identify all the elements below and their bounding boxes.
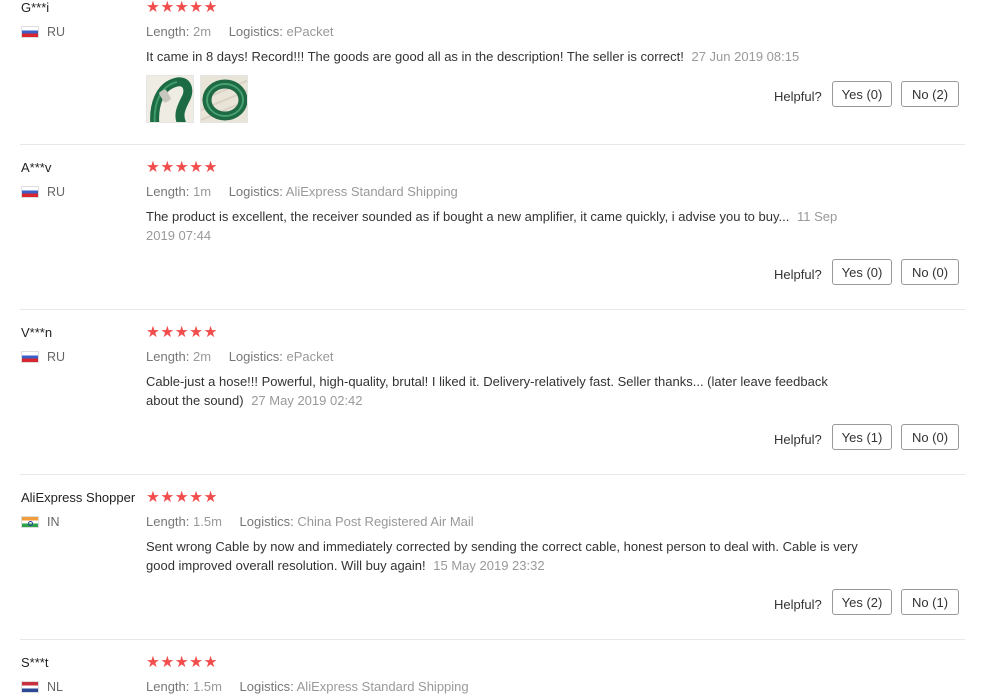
length-label: Length:: [146, 184, 190, 199]
product-attributes: Length: 1m Logistics: AliExpress Standar…: [146, 184, 458, 199]
length-value: 2m: [193, 349, 212, 364]
review-photo-thumbnail[interactable]: [200, 75, 248, 123]
review-text: Sent wrong Cable by now and immediately …: [146, 537, 861, 575]
buyer-country: RU: [21, 25, 65, 39]
product-attributes: Length: 2m Logistics: ePacket: [146, 349, 334, 364]
logistics-value: ePacket: [286, 24, 334, 39]
review-item: V***n RU ★★★★★ Length: 2m Logistics: ePa…: [0, 325, 989, 475]
review-body: Cable-just a hose!!! Powerful, high-qual…: [146, 374, 828, 408]
logistics-value: ePacket: [286, 349, 334, 364]
buyer-name: AliExpress Shopper: [21, 490, 136, 505]
buyer-name: S***t: [21, 655, 49, 670]
product-attributes: Length: 2m Logistics: ePacket: [146, 24, 334, 39]
helpful-label: Helpful?: [774, 597, 822, 612]
logistics-value: AliExpress Standard Shipping: [285, 184, 458, 199]
buyer-country: RU: [21, 185, 65, 199]
length-value: 1.5m: [193, 679, 222, 694]
divider: [20, 639, 965, 640]
review-text: It came in 8 days! Record!!! The goods a…: [146, 47, 861, 66]
helpful-label: Helpful?: [774, 267, 822, 282]
logistics-label: Logistics:: [228, 349, 283, 364]
logistics-label: Logistics:: [239, 679, 294, 694]
country-code: IN: [47, 515, 60, 529]
cable-photo-icon: [147, 76, 193, 122]
star-rating: ★★★★★: [146, 0, 218, 16]
helpful-no-button[interactable]: No (2): [901, 81, 959, 107]
product-attributes: Length: 1.5m Logistics: AliExpress Stand…: [146, 679, 469, 694]
logistics-label: Logistics:: [239, 514, 294, 529]
review-date: 27 Jun 2019 08:15: [691, 49, 800, 64]
length-label: Length:: [146, 24, 190, 39]
star-rating: ★★★★★: [146, 159, 218, 176]
star-rating: ★★★★★: [146, 654, 218, 671]
review-body: It came in 8 days! Record!!! The goods a…: [146, 49, 684, 64]
review-photo-thumbnail[interactable]: [146, 75, 194, 123]
helpful-no-button[interactable]: No (1): [901, 589, 959, 615]
helpful-label: Helpful?: [774, 89, 822, 104]
country-code: RU: [47, 185, 66, 199]
netherlands-flag-icon: [21, 681, 39, 693]
length-value: 1m: [193, 184, 212, 199]
buyer-country: RU: [21, 350, 65, 364]
length-value: 1.5m: [193, 514, 222, 529]
logistics-label: Logistics:: [228, 24, 283, 39]
star-rating: ★★★★★: [146, 324, 218, 341]
divider: [20, 474, 965, 475]
divider: [20, 309, 965, 310]
buyer-country: IN: [21, 515, 60, 529]
cable-photo-icon: [201, 76, 247, 122]
length-label: Length:: [146, 349, 190, 364]
helpful-no-button[interactable]: No (0): [901, 424, 959, 450]
russia-flag-icon: [21, 351, 39, 363]
review-item: A***v RU ★★★★★ Length: 1m Logistics: Ali…: [0, 160, 989, 310]
star-rating: ★★★★★: [146, 489, 218, 506]
review-item: S***t NL ★★★★★ Length: 1.5m Logistics: A…: [0, 655, 989, 695]
logistics-value: China Post Registered Air Mail: [297, 514, 474, 529]
country-code: NL: [47, 680, 63, 694]
review-date: 15 May 2019 23:32: [433, 558, 545, 573]
length-label: Length:: [146, 514, 190, 529]
review-date: 27 May 2019 02:42: [251, 393, 363, 408]
helpful-label: Helpful?: [774, 432, 822, 447]
review-photos: [146, 75, 248, 123]
length-value: 2m: [193, 24, 212, 39]
india-flag-icon: [21, 516, 39, 528]
buyer-name: A***v: [21, 160, 52, 175]
review-item: G***i RU ★★★★★ Length: 2m Logistics: ePa…: [0, 0, 989, 145]
divider: [20, 144, 965, 145]
buyer-name: G***i: [21, 0, 50, 15]
helpful-yes-button[interactable]: Yes (0): [832, 81, 892, 107]
helpful-yes-button[interactable]: Yes (0): [832, 259, 892, 285]
buyer-name: V***n: [21, 325, 53, 340]
logistics-label: Logistics:: [228, 184, 283, 199]
review-item: AliExpress Shopper IN ★★★★★ Length: 1.5m…: [0, 490, 989, 640]
russia-flag-icon: [21, 186, 39, 198]
review-text: Cable-just a hose!!! Powerful, high-qual…: [146, 372, 861, 410]
country-code: RU: [47, 350, 66, 364]
russia-flag-icon: [21, 26, 39, 38]
logistics-value: AliExpress Standard Shipping: [296, 679, 469, 694]
country-code: RU: [47, 25, 66, 39]
helpful-no-button[interactable]: No (0): [901, 259, 959, 285]
review-text: The product is excellent, the receiver s…: [146, 207, 861, 245]
helpful-yes-button[interactable]: Yes (1): [832, 424, 892, 450]
length-label: Length:: [146, 679, 190, 694]
review-body: The product is excellent, the receiver s…: [146, 209, 790, 224]
buyer-country: NL: [21, 680, 63, 694]
product-attributes: Length: 1.5m Logistics: China Post Regis…: [146, 514, 474, 529]
helpful-yes-button[interactable]: Yes (2): [832, 589, 892, 615]
